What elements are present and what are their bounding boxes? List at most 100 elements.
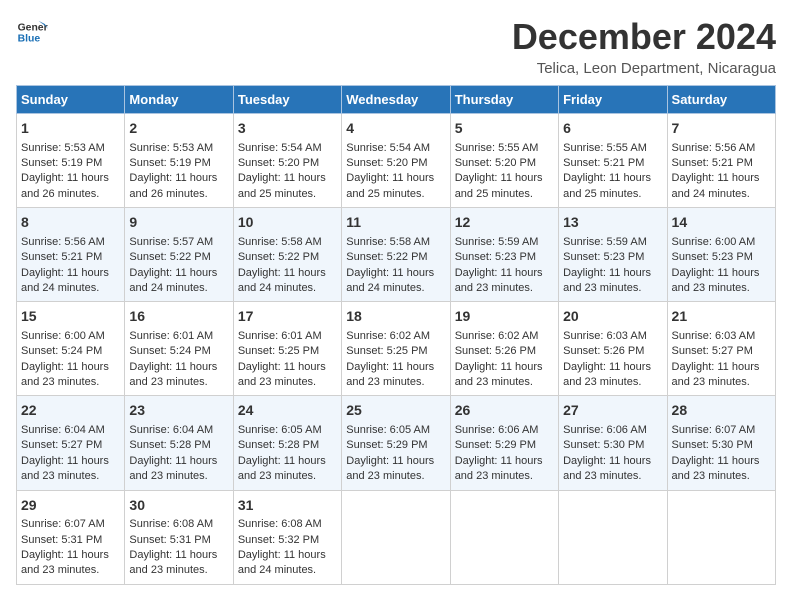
calendar-cell: 9Sunrise: 5:57 AMSunset: 5:22 PMDaylight… <box>125 208 233 302</box>
day-info-line: Daylight: 11 hours <box>672 454 771 469</box>
day-info-line: Sunset: 5:24 PM <box>129 344 228 359</box>
day-info-line: Daylight: 11 hours <box>129 548 228 563</box>
day-info-line: Sunset: 5:20 PM <box>238 156 337 171</box>
day-number: 5 <box>455 119 554 139</box>
day-number: 1 <box>21 119 120 139</box>
header-row: SundayMondayTuesdayWednesdayThursdayFrid… <box>17 86 776 114</box>
day-info-line: Sunrise: 6:06 AM <box>455 423 554 438</box>
day-number: 10 <box>238 213 337 233</box>
calendar-cell <box>667 490 775 584</box>
day-info-line: and 24 minutes. <box>21 281 120 296</box>
day-info-line: Daylight: 11 hours <box>129 454 228 469</box>
calendar-cell: 26Sunrise: 6:06 AMSunset: 5:29 PMDayligh… <box>450 396 558 490</box>
day-info-line: and 23 minutes. <box>129 375 228 390</box>
calendar-cell: 15Sunrise: 6:00 AMSunset: 5:24 PMDayligh… <box>17 302 125 396</box>
day-info-line: Sunrise: 6:03 AM <box>672 329 771 344</box>
day-info-line: Sunset: 5:19 PM <box>129 156 228 171</box>
day-info-line: Sunrise: 5:54 AM <box>346 141 445 156</box>
day-info-line: Daylight: 11 hours <box>21 171 120 186</box>
day-info-line: Sunrise: 6:08 AM <box>129 517 228 532</box>
day-number: 9 <box>129 213 228 233</box>
day-number: 17 <box>238 307 337 327</box>
day-info-line: Sunset: 5:30 PM <box>563 438 662 453</box>
calendar-cell: 1Sunrise: 5:53 AMSunset: 5:19 PMDaylight… <box>17 114 125 208</box>
day-number: 25 <box>346 401 445 421</box>
calendar-cell: 12Sunrise: 5:59 AMSunset: 5:23 PMDayligh… <box>450 208 558 302</box>
day-info-line: Sunrise: 6:06 AM <box>563 423 662 438</box>
title-area: December 2024 Telica, Leon Department, N… <box>512 16 776 77</box>
day-info-line: Daylight: 11 hours <box>129 266 228 281</box>
day-info-line: Daylight: 11 hours <box>563 360 662 375</box>
day-info-line: Sunrise: 5:55 AM <box>563 141 662 156</box>
day-info-line: Sunset: 5:28 PM <box>238 438 337 453</box>
svg-text:Blue: Blue <box>18 34 41 45</box>
calendar-cell: 22Sunrise: 6:04 AMSunset: 5:27 PMDayligh… <box>17 396 125 490</box>
calendar-cell <box>450 490 558 584</box>
col-header-tuesday: Tuesday <box>233 86 341 114</box>
day-info-line: and 23 minutes. <box>21 375 120 390</box>
day-info-line: Daylight: 11 hours <box>21 454 120 469</box>
day-number: 14 <box>672 213 771 233</box>
calendar-cell: 8Sunrise: 5:56 AMSunset: 5:21 PMDaylight… <box>17 208 125 302</box>
calendar-cell: 13Sunrise: 5:59 AMSunset: 5:23 PMDayligh… <box>559 208 667 302</box>
day-number: 31 <box>238 496 337 516</box>
day-info-line: Daylight: 11 hours <box>672 266 771 281</box>
day-info-line: Daylight: 11 hours <box>455 266 554 281</box>
day-info-line: Sunset: 5:23 PM <box>672 250 771 265</box>
calendar-cell: 5Sunrise: 5:55 AMSunset: 5:20 PMDaylight… <box>450 114 558 208</box>
calendar-cell: 24Sunrise: 6:05 AMSunset: 5:28 PMDayligh… <box>233 396 341 490</box>
col-header-wednesday: Wednesday <box>342 86 450 114</box>
day-info-line: Sunset: 5:29 PM <box>346 438 445 453</box>
day-number: 29 <box>21 496 120 516</box>
day-number: 28 <box>672 401 771 421</box>
day-info-line: Sunrise: 6:02 AM <box>455 329 554 344</box>
day-info-line: Daylight: 11 hours <box>455 171 554 186</box>
calendar-cell: 17Sunrise: 6:01 AMSunset: 5:25 PMDayligh… <box>233 302 341 396</box>
day-info-line: Sunset: 5:30 PM <box>672 438 771 453</box>
day-info-line: Daylight: 11 hours <box>563 266 662 281</box>
day-info-line: Daylight: 11 hours <box>129 360 228 375</box>
day-info-line: and 25 minutes. <box>346 187 445 202</box>
col-header-friday: Friday <box>559 86 667 114</box>
day-info-line: Sunset: 5:25 PM <box>346 344 445 359</box>
day-info-line: and 24 minutes. <box>346 281 445 296</box>
day-info-line: Daylight: 11 hours <box>563 454 662 469</box>
day-info-line: Sunrise: 5:53 AM <box>129 141 228 156</box>
day-info-line: and 23 minutes. <box>563 375 662 390</box>
day-info-line: Daylight: 11 hours <box>21 266 120 281</box>
day-info-line: Daylight: 11 hours <box>346 360 445 375</box>
day-info-line: and 23 minutes. <box>129 469 228 484</box>
day-info-line: Sunrise: 5:58 AM <box>238 235 337 250</box>
calendar-cell: 30Sunrise: 6:08 AMSunset: 5:31 PMDayligh… <box>125 490 233 584</box>
calendar-header: SundayMondayTuesdayWednesdayThursdayFrid… <box>17 86 776 114</box>
day-info-line: Sunrise: 6:07 AM <box>672 423 771 438</box>
day-info-line: Sunset: 5:22 PM <box>346 250 445 265</box>
day-info-line: and 23 minutes. <box>238 469 337 484</box>
day-info-line: Sunset: 5:32 PM <box>238 533 337 548</box>
day-info-line: and 23 minutes. <box>238 375 337 390</box>
day-number: 6 <box>563 119 662 139</box>
day-number: 19 <box>455 307 554 327</box>
week-row-3: 15Sunrise: 6:00 AMSunset: 5:24 PMDayligh… <box>17 302 776 396</box>
calendar-cell: 23Sunrise: 6:04 AMSunset: 5:28 PMDayligh… <box>125 396 233 490</box>
logo: General Blue <box>16 16 48 48</box>
day-info-line: Sunrise: 5:56 AM <box>21 235 120 250</box>
day-info-line: Sunset: 5:27 PM <box>672 344 771 359</box>
day-info-line: and 26 minutes. <box>21 187 120 202</box>
day-info-line: Sunset: 5:20 PM <box>346 156 445 171</box>
day-info-line: Sunrise: 5:58 AM <box>346 235 445 250</box>
day-info-line: Daylight: 11 hours <box>238 266 337 281</box>
day-info-line: Sunrise: 5:59 AM <box>455 235 554 250</box>
day-info-line: and 25 minutes. <box>238 187 337 202</box>
col-header-thursday: Thursday <box>450 86 558 114</box>
day-number: 18 <box>346 307 445 327</box>
day-number: 12 <box>455 213 554 233</box>
day-info-line: and 23 minutes. <box>346 469 445 484</box>
day-info-line: Sunset: 5:23 PM <box>563 250 662 265</box>
day-info-line: Sunrise: 5:55 AM <box>455 141 554 156</box>
day-info-line: Sunrise: 6:03 AM <box>563 329 662 344</box>
day-number: 26 <box>455 401 554 421</box>
calendar-body: 1 Sunrise: 5:53 AMSunset: 5:19 PM Daylight… <box>17 114 776 585</box>
day-info-line: Sunset: 5:21 PM <box>21 250 120 265</box>
calendar-cell: 3Sunrise: 5:54 AMSunset: 5:20 PMDaylight… <box>233 114 341 208</box>
